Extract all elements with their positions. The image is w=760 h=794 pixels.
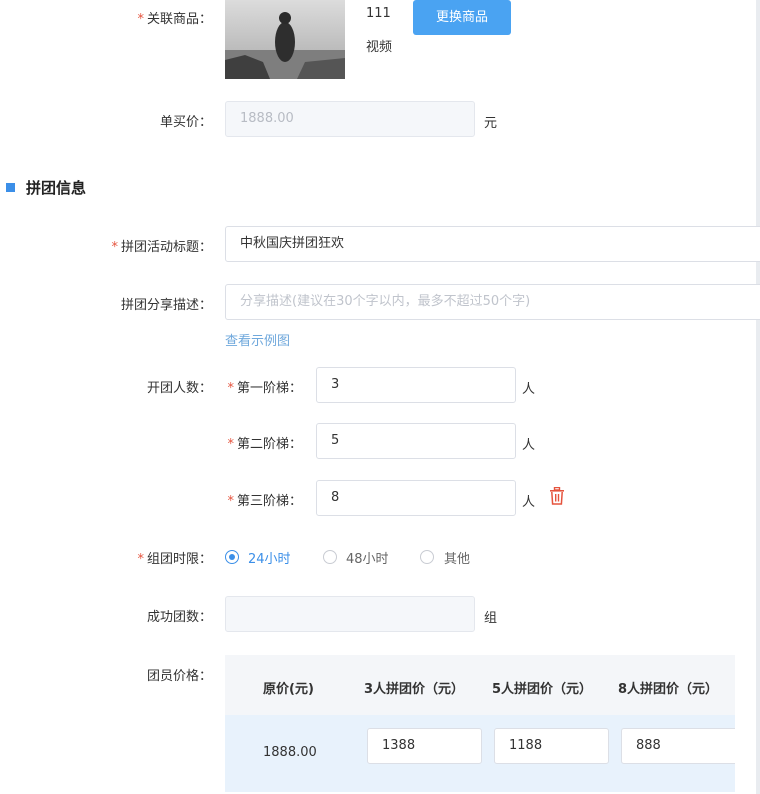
radio-48h-label[interactable]: 48小时 — [346, 548, 389, 567]
tier3-label: * 第三阶梯： — [227, 494, 302, 509]
radio-24h-label[interactable]: 24小时 — [248, 548, 291, 567]
col-5-person-price: 5人拼团价（元） — [492, 682, 593, 697]
price-8-person-input[interactable]: 888 — [621, 728, 735, 764]
page-scroll-edge — [756, 0, 760, 794]
tier2-label: * 第二阶梯： — [227, 437, 302, 452]
tier1-label: * 第一阶梯： — [227, 381, 302, 396]
price-5-person-input[interactable]: 1188 — [494, 728, 609, 764]
col-original-price: 原价(元) — [263, 682, 314, 697]
member-price-label: 团员价格： — [146, 669, 212, 684]
delete-tier-icon[interactable] — [549, 486, 565, 505]
tier1-unit: 人 — [522, 382, 536, 397]
radio-24h[interactable] — [225, 550, 239, 564]
activity-title-input[interactable]: 中秋国庆拼团狂欢 — [225, 226, 760, 262]
success-count-label: 成功团数： — [146, 610, 212, 625]
section-title: 拼团信息 — [26, 179, 87, 197]
single-price-input: 1888.00 — [225, 101, 475, 137]
radio-other-label[interactable]: 其他 — [444, 548, 470, 567]
tier2-unit: 人 — [522, 438, 536, 453]
success-count-unit: 组 — [484, 611, 498, 626]
col-8-person-price: 8人拼团价（元） — [618, 682, 719, 697]
share-desc-label: 拼团分享描述： — [120, 298, 212, 313]
share-desc-input[interactable]: 分享描述(建议在30个字以内，最多不超过50个字) — [225, 284, 760, 320]
col-3-person-price: 3人拼团价（元） — [364, 682, 465, 697]
single-price-unit: 元 — [484, 116, 498, 131]
original-price-value: 1888.00 — [263, 745, 317, 760]
product-type: 视频 — [366, 40, 393, 55]
tier3-unit: 人 — [522, 495, 536, 510]
activity-title-label: * 拼团活动标题： — [111, 240, 212, 255]
group-size-label: 开团人数： — [146, 381, 212, 396]
product-name: 111 — [366, 6, 391, 21]
price-3-person-input[interactable]: 1388 — [367, 728, 482, 764]
time-limit-label: * 组团时限： — [137, 552, 212, 567]
product-thumbnail — [225, 0, 345, 79]
success-count-input — [225, 596, 475, 632]
single-price-label: 单买价： — [159, 115, 212, 130]
section-marker — [6, 183, 15, 192]
product-label: * 关联商品： — [137, 12, 212, 27]
tier1-input[interactable]: 3 — [316, 367, 516, 403]
radio-48h[interactable] — [323, 550, 337, 564]
radio-other[interactable] — [420, 550, 434, 564]
change-product-button[interactable]: 更换商品 — [413, 0, 511, 35]
tier3-input[interactable]: 8 — [316, 480, 516, 516]
view-example-link[interactable]: 查看示例图 — [225, 330, 290, 349]
tier2-input[interactable]: 5 — [316, 423, 516, 459]
